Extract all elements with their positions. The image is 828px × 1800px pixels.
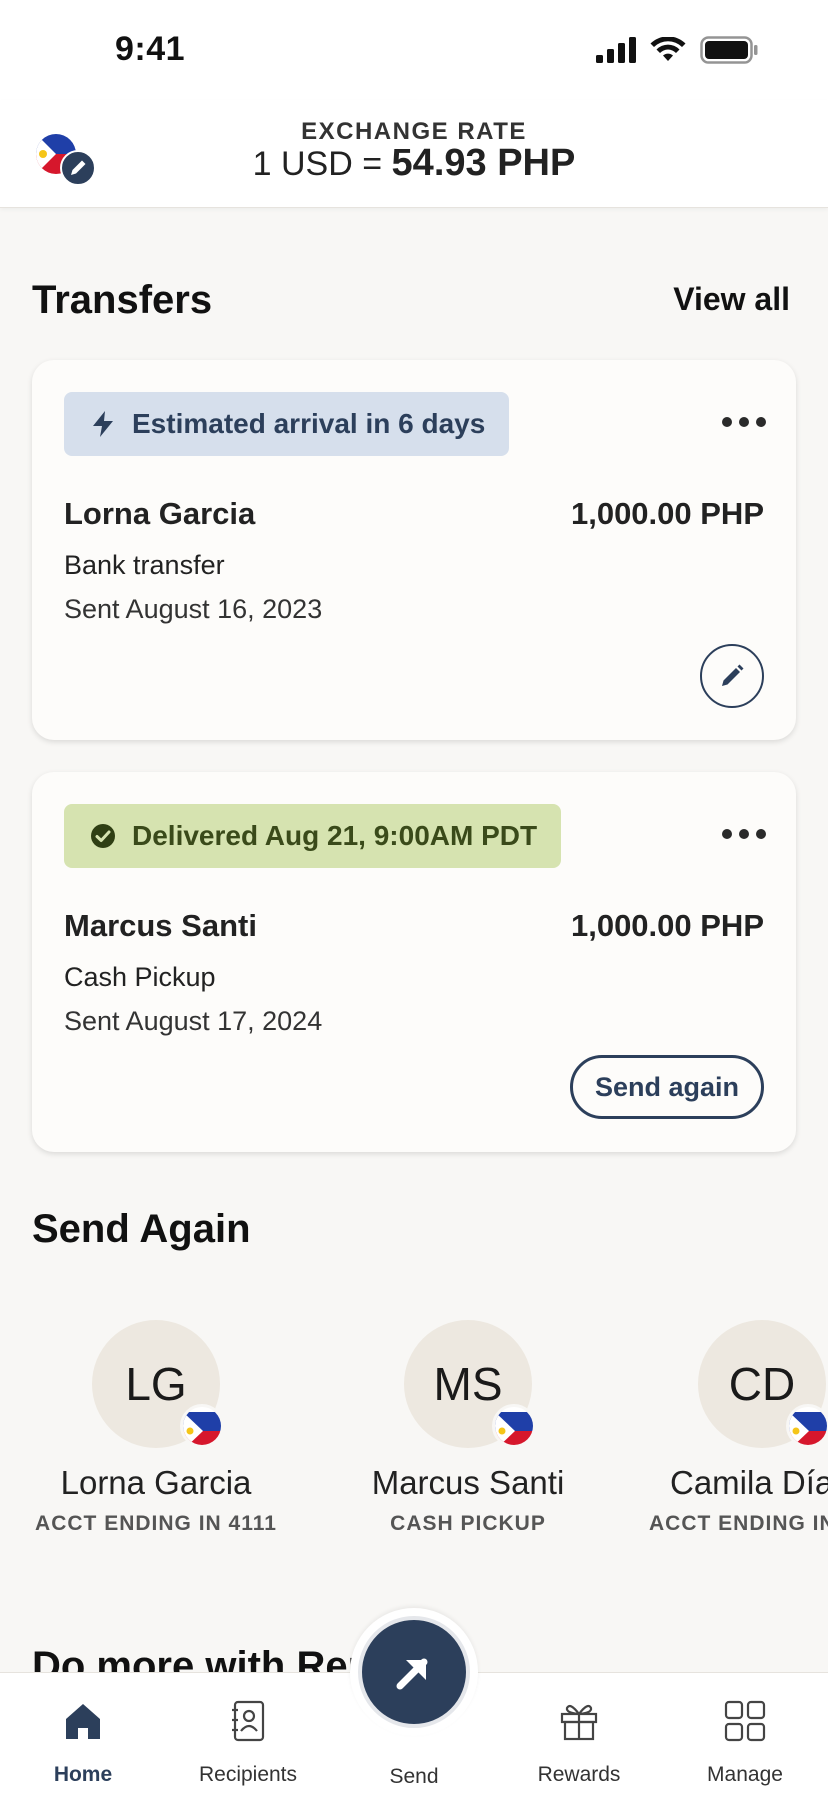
battery-icon bbox=[700, 36, 758, 64]
transfer-method: Bank transfer bbox=[64, 550, 225, 580]
edit-transfer-button[interactable] bbox=[700, 644, 764, 708]
contact-card[interactable]: MS Marcus Santi CASH PICKUP bbox=[318, 1320, 618, 1536]
transfer-date: Sent August 17, 2024 bbox=[64, 1006, 323, 1036]
pencil-icon bbox=[722, 664, 744, 686]
philippines-flag-icon bbox=[492, 1404, 536, 1448]
send-button[interactable] bbox=[358, 1616, 470, 1728]
lightning-icon bbox=[90, 411, 116, 437]
transfer-date: Sent August 16, 2023 bbox=[64, 594, 323, 624]
status-bar: 9:41 bbox=[0, 0, 828, 100]
nav-label: Rewards bbox=[537, 1763, 621, 1786]
more-options-button[interactable] bbox=[722, 410, 766, 434]
contact-name: Camila Día bbox=[670, 1464, 828, 1501]
nav-label: Manage bbox=[707, 1763, 783, 1786]
home-icon bbox=[59, 1697, 107, 1745]
transfer-method: Cash Pickup bbox=[64, 962, 216, 992]
status-badge-text: Estimated arrival in 6 days bbox=[132, 408, 486, 439]
check-circle-icon bbox=[90, 823, 116, 849]
signal-icon bbox=[596, 37, 636, 63]
nav-label: Send bbox=[389, 1765, 439, 1788]
wifi-icon bbox=[650, 37, 686, 61]
avatar: CD bbox=[698, 1320, 828, 1448]
contact-detail: ACCT ENDING IN 2 bbox=[649, 1512, 828, 1535]
contact-detail: CASH PICKUP bbox=[390, 1512, 546, 1535]
contacts-book-icon bbox=[224, 1697, 272, 1745]
nav-item-recipients[interactable]: Recipients bbox=[168, 1673, 328, 1800]
contact-name: Marcus Santi bbox=[371, 1464, 565, 1501]
transfer-amount: 1,000.00 PHP bbox=[570, 496, 764, 531]
recipient-name: Marcus Santi bbox=[64, 908, 257, 943]
view-all-link[interactable]: View all bbox=[673, 281, 790, 318]
send-fab[interactable] bbox=[350, 1608, 478, 1736]
contact-card[interactable]: LG Lorna Garcia ACCT ENDING IN 4111 bbox=[6, 1320, 306, 1536]
philippines-flag-icon bbox=[786, 1404, 828, 1448]
contact-name: Lorna Garcia bbox=[60, 1464, 252, 1501]
status-time: 9:41 bbox=[115, 30, 186, 68]
nav-item-manage[interactable]: Manage bbox=[665, 1673, 825, 1800]
transfers-title: Transfers bbox=[32, 278, 213, 322]
more-options-button[interactable] bbox=[722, 822, 766, 846]
avatar-initials: LG bbox=[125, 1358, 187, 1410]
arrow-up-right-icon bbox=[396, 1658, 428, 1690]
avatar-initials: MS bbox=[433, 1358, 503, 1410]
exchange-rate-value: 1 USD = 54.93 PHP bbox=[0, 142, 828, 185]
philippines-flag-icon bbox=[180, 1404, 224, 1448]
transfer-card[interactable]: Delivered Aug 21, 9:00AM PDT Marcus Sant… bbox=[32, 772, 796, 1152]
nav-label: Home bbox=[53, 1763, 113, 1786]
contact-card[interactable]: CD Camila Día ACCT ENDING IN 2 bbox=[612, 1320, 828, 1536]
transfer-amount: 1,000.00 PHP bbox=[570, 908, 764, 943]
nav-item-home[interactable]: Home bbox=[3, 1673, 163, 1800]
avatar: MS bbox=[404, 1320, 536, 1448]
status-badge-text: Delivered Aug 21, 9:00AM PDT bbox=[132, 820, 538, 851]
nav-label: Recipients bbox=[198, 1763, 298, 1786]
status-badge: Estimated arrival in 6 days bbox=[64, 392, 510, 456]
grid-icon bbox=[721, 1697, 769, 1745]
avatar: LG bbox=[92, 1320, 224, 1448]
contact-detail: ACCT ENDING IN 4111 bbox=[35, 1512, 277, 1535]
send-again-button[interactable]: Send again bbox=[570, 1055, 764, 1119]
exchange-rate-amount: 54.93 PHP bbox=[391, 142, 576, 184]
exchange-rate-prefix: 1 USD = bbox=[252, 145, 383, 183]
status-icons bbox=[596, 36, 758, 64]
status-badge: Delivered Aug 21, 9:00AM PDT bbox=[64, 804, 562, 868]
exchange-rate-header: EXCHANGE RATE 1 USD = 54.93 PHP bbox=[0, 100, 828, 208]
avatar-initials: CD bbox=[728, 1358, 796, 1410]
recipient-name: Lorna Garcia bbox=[64, 496, 256, 531]
send-again-title: Send Again bbox=[32, 1207, 251, 1251]
nav-item-rewards[interactable]: Rewards bbox=[499, 1673, 659, 1800]
gift-icon bbox=[555, 1697, 603, 1745]
transfer-card[interactable]: Estimated arrival in 6 days Lorna Garcia… bbox=[32, 360, 796, 740]
